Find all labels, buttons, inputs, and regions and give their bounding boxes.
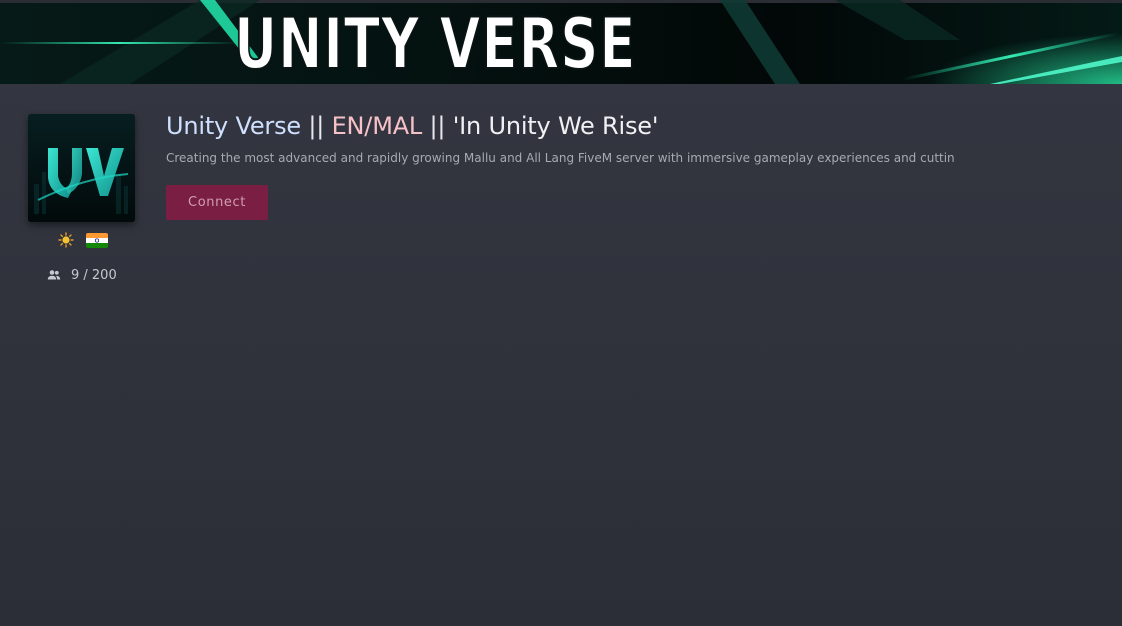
server-language: EN/MAL <box>331 112 423 140</box>
india-flag-icon <box>86 232 108 248</box>
player-count-text: 9 / 200 <box>71 267 117 283</box>
players-icon <box>47 270 61 280</box>
server-description: Creating the most advanced and rapidly g… <box>166 151 955 165</box>
server-logo <box>28 114 135 222</box>
server-banner: UNITY VERSE <box>0 0 1122 84</box>
server-tagline: 'In Unity We Rise' <box>452 112 659 140</box>
server-logo-image <box>28 114 135 222</box>
server-name: Unity Verse <box>166 112 301 140</box>
title-separator: || <box>300 112 332 140</box>
server-title: Unity Verse || EN/MAL || 'In Unity We Ri… <box>166 110 658 142</box>
banner-title: UNITY VERSE <box>233 3 637 84</box>
title-separator: || <box>422 112 453 140</box>
connect-button[interactable]: Connect <box>166 185 268 220</box>
player-count: 9 / 200 <box>47 266 117 284</box>
server-detail-page: UNITY VERSE 9 / 200 Unity Verse || EN/MA… <box>0 0 1122 626</box>
server-badges <box>58 231 108 249</box>
sun-icon <box>58 232 74 248</box>
